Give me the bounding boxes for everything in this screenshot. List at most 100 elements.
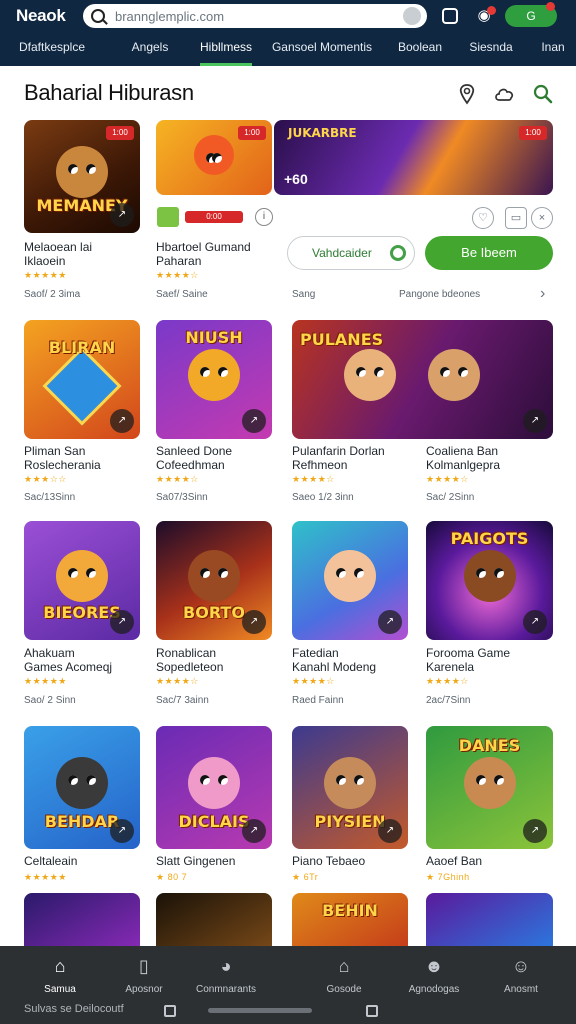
character-art	[344, 348, 397, 401]
game-name[interactable]: Aaoef Ban	[426, 854, 482, 868]
share-icon[interactable]: ↗	[523, 409, 547, 433]
share-icon[interactable]: ↗	[378, 819, 402, 843]
game-thumbnail[interactable]: BIEORES ↗	[24, 521, 140, 640]
character-art	[463, 549, 516, 602]
promo-thumbnail[interactable]: 1:00	[156, 120, 272, 195]
category-tabs: Dfaftkesplce Angels Hibllmess Gansoel Mo…	[0, 36, 576, 66]
game-thumbnail[interactable]: DANES ↗	[426, 726, 553, 849]
game-thumbnail[interactable]: BEHDAR ↗	[24, 726, 140, 849]
game-thumbnail[interactable]: NIUSH ↗	[156, 320, 272, 439]
game-thumbnail[interactable]: BLIRAN ↗	[24, 320, 140, 439]
game-thumbnail[interactable]: 1:00 MEMANEY ↗	[24, 120, 140, 233]
search-bar[interactable]: brannglemplic.com	[83, 4, 427, 28]
chevron-right-icon[interactable]: ›	[540, 285, 545, 303]
search-icon[interactable]	[532, 83, 554, 105]
game-name[interactable]: Ronablican Sopedleteon	[156, 646, 223, 674]
game-thumbnail[interactable]	[156, 893, 272, 953]
tab-boolean[interactable]: Boolean	[388, 36, 452, 66]
game-name[interactable]: Fatedian Kanahl Modeng	[292, 646, 376, 674]
nav-people[interactable]: ☻ Agnodogas	[386, 956, 482, 995]
tab-siesnda[interactable]: Siesnda	[452, 36, 530, 66]
game-name[interactable]: Forooma Game Karenela	[426, 646, 510, 674]
share-icon[interactable]: ↗	[242, 819, 266, 843]
game-name[interactable]: Slatt Gingenen	[156, 854, 235, 868]
tab-angels[interactable]: Angels	[104, 36, 196, 66]
bell-icon[interactable]: ◉	[474, 6, 496, 26]
shopping-bag-icon[interactable]	[442, 8, 458, 24]
share-icon[interactable]: ↗	[242, 409, 266, 433]
brand-logo[interactable]: Neaok	[16, 6, 66, 26]
home-gesture-bar[interactable]	[208, 1008, 312, 1013]
game-thumbnail[interactable]: DICLAIS ↗	[156, 726, 272, 849]
character-art	[56, 549, 108, 602]
game-name[interactable]: Ahakuam Games Acomeqj	[24, 646, 112, 674]
character-art	[188, 549, 240, 602]
people-icon: ☻	[424, 956, 444, 976]
location-pin-icon[interactable]	[456, 83, 478, 105]
rating-stars: ★★★★☆	[292, 676, 335, 686]
game-thumbnail[interactable]: BORTO ↗	[156, 521, 272, 640]
character-art	[188, 756, 240, 809]
game-thumbnail[interactable]	[24, 893, 140, 953]
recents-button[interactable]	[366, 1005, 378, 1017]
game-thumbnail[interactable]: PAIGOTS ↗	[426, 521, 553, 640]
validate-button[interactable]: Vahdcaider	[287, 236, 415, 270]
nav-people-label: Agnodogas	[408, 984, 460, 995]
cloud-icon[interactable]	[494, 83, 516, 105]
game-thumbnail[interactable]: ↗	[292, 521, 408, 640]
game-name[interactable]: Melaoean lai Iklaoein	[24, 240, 92, 268]
voice-search-icon[interactable]	[403, 7, 421, 25]
close-icon[interactable]: ×	[531, 207, 553, 229]
tab-gansoel-momentis[interactable]: Gansoel Momentis	[256, 36, 388, 66]
share-icon[interactable]: ↗	[110, 409, 134, 433]
game-thumbnail[interactable]: BEHIN	[292, 893, 408, 953]
game-meta: Saof/ 2 3ima	[24, 289, 81, 300]
primary-action-button[interactable]: Be Ibeem	[425, 236, 553, 270]
info-icon[interactable]: i	[255, 208, 273, 226]
search-input[interactable]: brannglemplic.com	[115, 9, 403, 24]
share-icon[interactable]: ↗	[378, 610, 402, 634]
nav-home[interactable]: ⌂ Samua	[12, 956, 108, 995]
tab-hibllmess[interactable]: Hibllmess	[196, 36, 256, 66]
share-icon[interactable]: ↗	[523, 819, 547, 843]
game-thumbnail[interactable]: PIYSIEN ↗	[292, 726, 408, 849]
nav-apps-label: Aposnor	[125, 984, 163, 995]
nav-store[interactable]: ⌂ Gosode	[296, 956, 392, 995]
share-icon[interactable]: ↗	[110, 819, 134, 843]
game-name[interactable]: Pulanfarin Dorlan Refhmeon	[292, 444, 385, 472]
system-bar: Sulvas se Deilocoutf	[0, 1000, 576, 1024]
game-thumbnail[interactable]	[426, 893, 553, 953]
tab-dfaftkesplce[interactable]: Dfaftkesplce	[0, 36, 104, 66]
account-pill-button[interactable]: G	[505, 2, 557, 27]
game-name[interactable]: Piano Tebaeo	[292, 854, 365, 868]
promo-name[interactable]: Hbartoel Gumand Paharan	[156, 240, 251, 268]
share-icon[interactable]: ↗	[110, 610, 134, 634]
game-name[interactable]: Celtaleain	[24, 854, 77, 868]
timer-badge: 1:00	[519, 126, 547, 140]
game-art-title: DANES	[458, 736, 521, 755]
share-icon[interactable]: ↗	[242, 610, 266, 634]
nav-comments[interactable]: ◕ Conmnarants	[178, 956, 274, 995]
game-art-title: PULANES	[300, 330, 384, 349]
nav-account[interactable]: ☺ Anosmt	[473, 956, 569, 995]
back-button[interactable]	[164, 1005, 176, 1017]
heart-icon[interactable]: ♡	[472, 207, 494, 229]
game-meta: Sa07/3Sinn	[156, 492, 208, 503]
radio-icon	[390, 245, 406, 261]
character-art	[324, 549, 376, 602]
tab-inan[interactable]: Inan	[530, 36, 576, 66]
bookmark-icon[interactable]: ▭	[505, 207, 527, 229]
speedometer-icon: ◕	[220, 956, 232, 976]
game-name[interactable]: Pliman San Roslecherania	[24, 444, 101, 472]
share-icon[interactable]: ↗	[110, 203, 134, 227]
promo-banner[interactable]: JUKARBRE +60 1:00	[274, 120, 553, 195]
countdown-chip: 0:00	[185, 211, 243, 223]
rating-stars: ★ 80 7	[156, 872, 188, 882]
game-name[interactable]: Sanleed Done Cofeedhman	[156, 444, 232, 472]
timer-badge: 1:00	[106, 126, 134, 140]
game-name[interactable]: Coaliena Ban Kolmanlgepra	[426, 444, 500, 472]
share-icon[interactable]: ↗	[523, 610, 547, 634]
game-thumbnail[interactable]: PULANES ↗	[292, 320, 553, 439]
timer-badge: 1:00	[238, 126, 266, 140]
game-meta: Sac/7 3ainn	[156, 695, 209, 706]
